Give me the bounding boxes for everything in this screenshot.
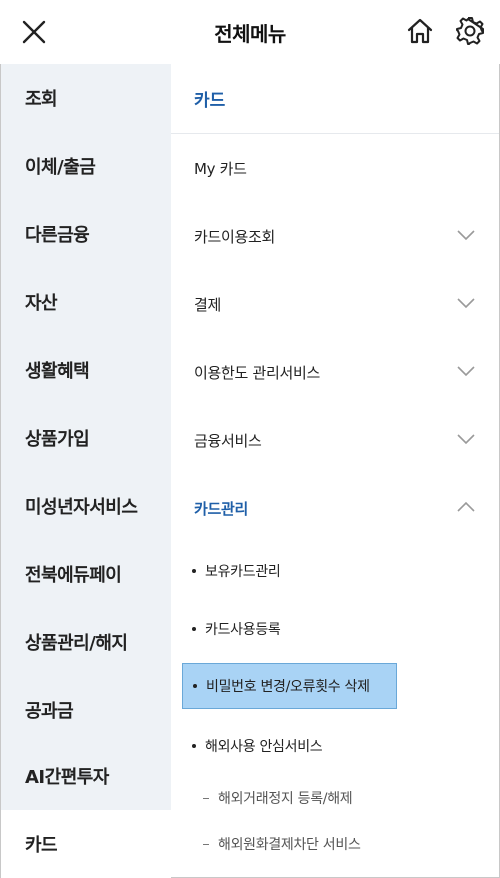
subsubmenu-item-label: 해외원화결제차단 서비스 bbox=[218, 837, 361, 853]
chevron-down-icon bbox=[457, 298, 475, 309]
submenu-item-overseas-safe[interactable]: 해외사용 안심서비스 bbox=[182, 723, 397, 769]
gear-icon[interactable] bbox=[454, 15, 486, 47]
menu-item-card-usage[interactable]: 카드이용조회 bbox=[171, 202, 499, 270]
sidebar-item-label: 자산 bbox=[25, 293, 58, 314]
category-sidebar: 조회 이체/출금 다른금융 자산 생활혜택 상품가입 미성년자서비스 전북에듀페… bbox=[1, 64, 171, 878]
sidebar-item-label: 상품관리/해지 bbox=[25, 633, 128, 654]
section-title: 카드 bbox=[171, 64, 499, 134]
submenu-item-card-register[interactable]: 카드사용등록 bbox=[182, 606, 397, 652]
menu-item-payment[interactable]: 결제 bbox=[171, 270, 499, 338]
sidebar-item-label: AI간편투자 bbox=[25, 767, 109, 788]
sidebar-item-product-join[interactable]: 상품가입 bbox=[1, 404, 171, 472]
sidebar-item-label: 상품가입 bbox=[25, 429, 90, 450]
sidebar-item-other-finance[interactable]: 다른금융 bbox=[1, 200, 171, 268]
menu-content: 카드 My 카드 카드이용조회 결제 이용한도 관리서비스 금융서비스 카드관리… bbox=[171, 64, 499, 877]
submenu-item-label: 보유카드관리 bbox=[205, 564, 281, 580]
subsubmenu-item-label: 해외거래정지 등록/해제 bbox=[218, 791, 353, 807]
sidebar-item-inquiry[interactable]: 조회 bbox=[1, 64, 171, 132]
submenu-item-label: 해외사용 안심서비스 bbox=[205, 739, 323, 755]
home-icon[interactable] bbox=[404, 15, 436, 47]
chevron-down-icon bbox=[457, 230, 475, 241]
menu-item-my-card[interactable]: My 카드 bbox=[171, 134, 499, 202]
submenu-item-password-change[interactable]: 비밀번호 변경/오류횟수 삭제 bbox=[182, 663, 397, 709]
menu-item-label: 이용한도 관리서비스 bbox=[194, 363, 320, 382]
sidebar-item-assets[interactable]: 자산 bbox=[1, 268, 171, 336]
menu-item-label: 카드이용조회 bbox=[194, 227, 276, 246]
bullet-icon bbox=[193, 684, 197, 688]
menu-item-card-manage[interactable]: 카드관리 bbox=[171, 474, 499, 542]
sidebar-item-product-manage[interactable]: 상품관리/해지 bbox=[1, 608, 171, 676]
sidebar-item-label: 카드 bbox=[25, 835, 58, 856]
sidebar-item-card[interactable]: 카드 bbox=[1, 810, 171, 878]
sidebar-item-transfer[interactable]: 이체/출금 bbox=[1, 132, 171, 200]
sidebar-item-ai-invest[interactable]: AI간편투자 bbox=[1, 742, 171, 810]
chevron-down-icon bbox=[457, 434, 475, 445]
sidebar-item-label: 다른금융 bbox=[25, 225, 90, 246]
dash-icon bbox=[203, 797, 209, 799]
sidebar-item-label: 미성년자서비스 bbox=[25, 497, 138, 518]
menu-item-limit-service[interactable]: 이용한도 관리서비스 bbox=[171, 338, 499, 406]
subsubmenu-item-krw-block[interactable]: 해외원화결제차단 서비스 bbox=[203, 824, 361, 864]
bullet-icon bbox=[192, 627, 196, 631]
menu-item-label: 금융서비스 bbox=[194, 431, 262, 450]
chevron-down-icon bbox=[457, 366, 475, 377]
sidebar-item-edupay[interactable]: 전북에듀페이 bbox=[1, 540, 171, 608]
sidebar-item-label: 전북에듀페이 bbox=[25, 565, 122, 586]
bullet-icon bbox=[192, 744, 196, 748]
sidebar-item-label: 공과금 bbox=[25, 701, 74, 722]
sidebar-item-benefits[interactable]: 생활혜택 bbox=[1, 336, 171, 404]
sidebar-item-utility[interactable]: 공과금 bbox=[1, 676, 171, 744]
menu-item-label: 결제 bbox=[194, 295, 222, 314]
sidebar-item-label: 조회 bbox=[25, 89, 58, 110]
dash-icon bbox=[203, 843, 209, 845]
subsubmenu-item-overseas-suspend[interactable]: 해외거래정지 등록/해제 bbox=[203, 778, 353, 818]
chevron-up-icon bbox=[457, 501, 475, 512]
menu-item-label: 카드관리 bbox=[194, 499, 249, 518]
sidebar-item-label: 이체/출금 bbox=[25, 157, 96, 178]
sidebar-item-minor-service[interactable]: 미성년자서비스 bbox=[1, 472, 171, 540]
menu-item-label: My 카드 bbox=[194, 159, 247, 178]
bullet-icon bbox=[192, 569, 196, 573]
menu-item-finance-service[interactable]: 금융서비스 bbox=[171, 406, 499, 474]
submenu-item-owned-card[interactable]: 보유카드관리 bbox=[182, 548, 397, 594]
sidebar-item-label: 생활혜택 bbox=[25, 361, 90, 382]
submenu-item-label: 카드사용등록 bbox=[205, 622, 281, 638]
submenu-item-label: 비밀번호 변경/오류횟수 삭제 bbox=[206, 679, 370, 695]
top-header: 전체메뉴 bbox=[0, 0, 500, 64]
